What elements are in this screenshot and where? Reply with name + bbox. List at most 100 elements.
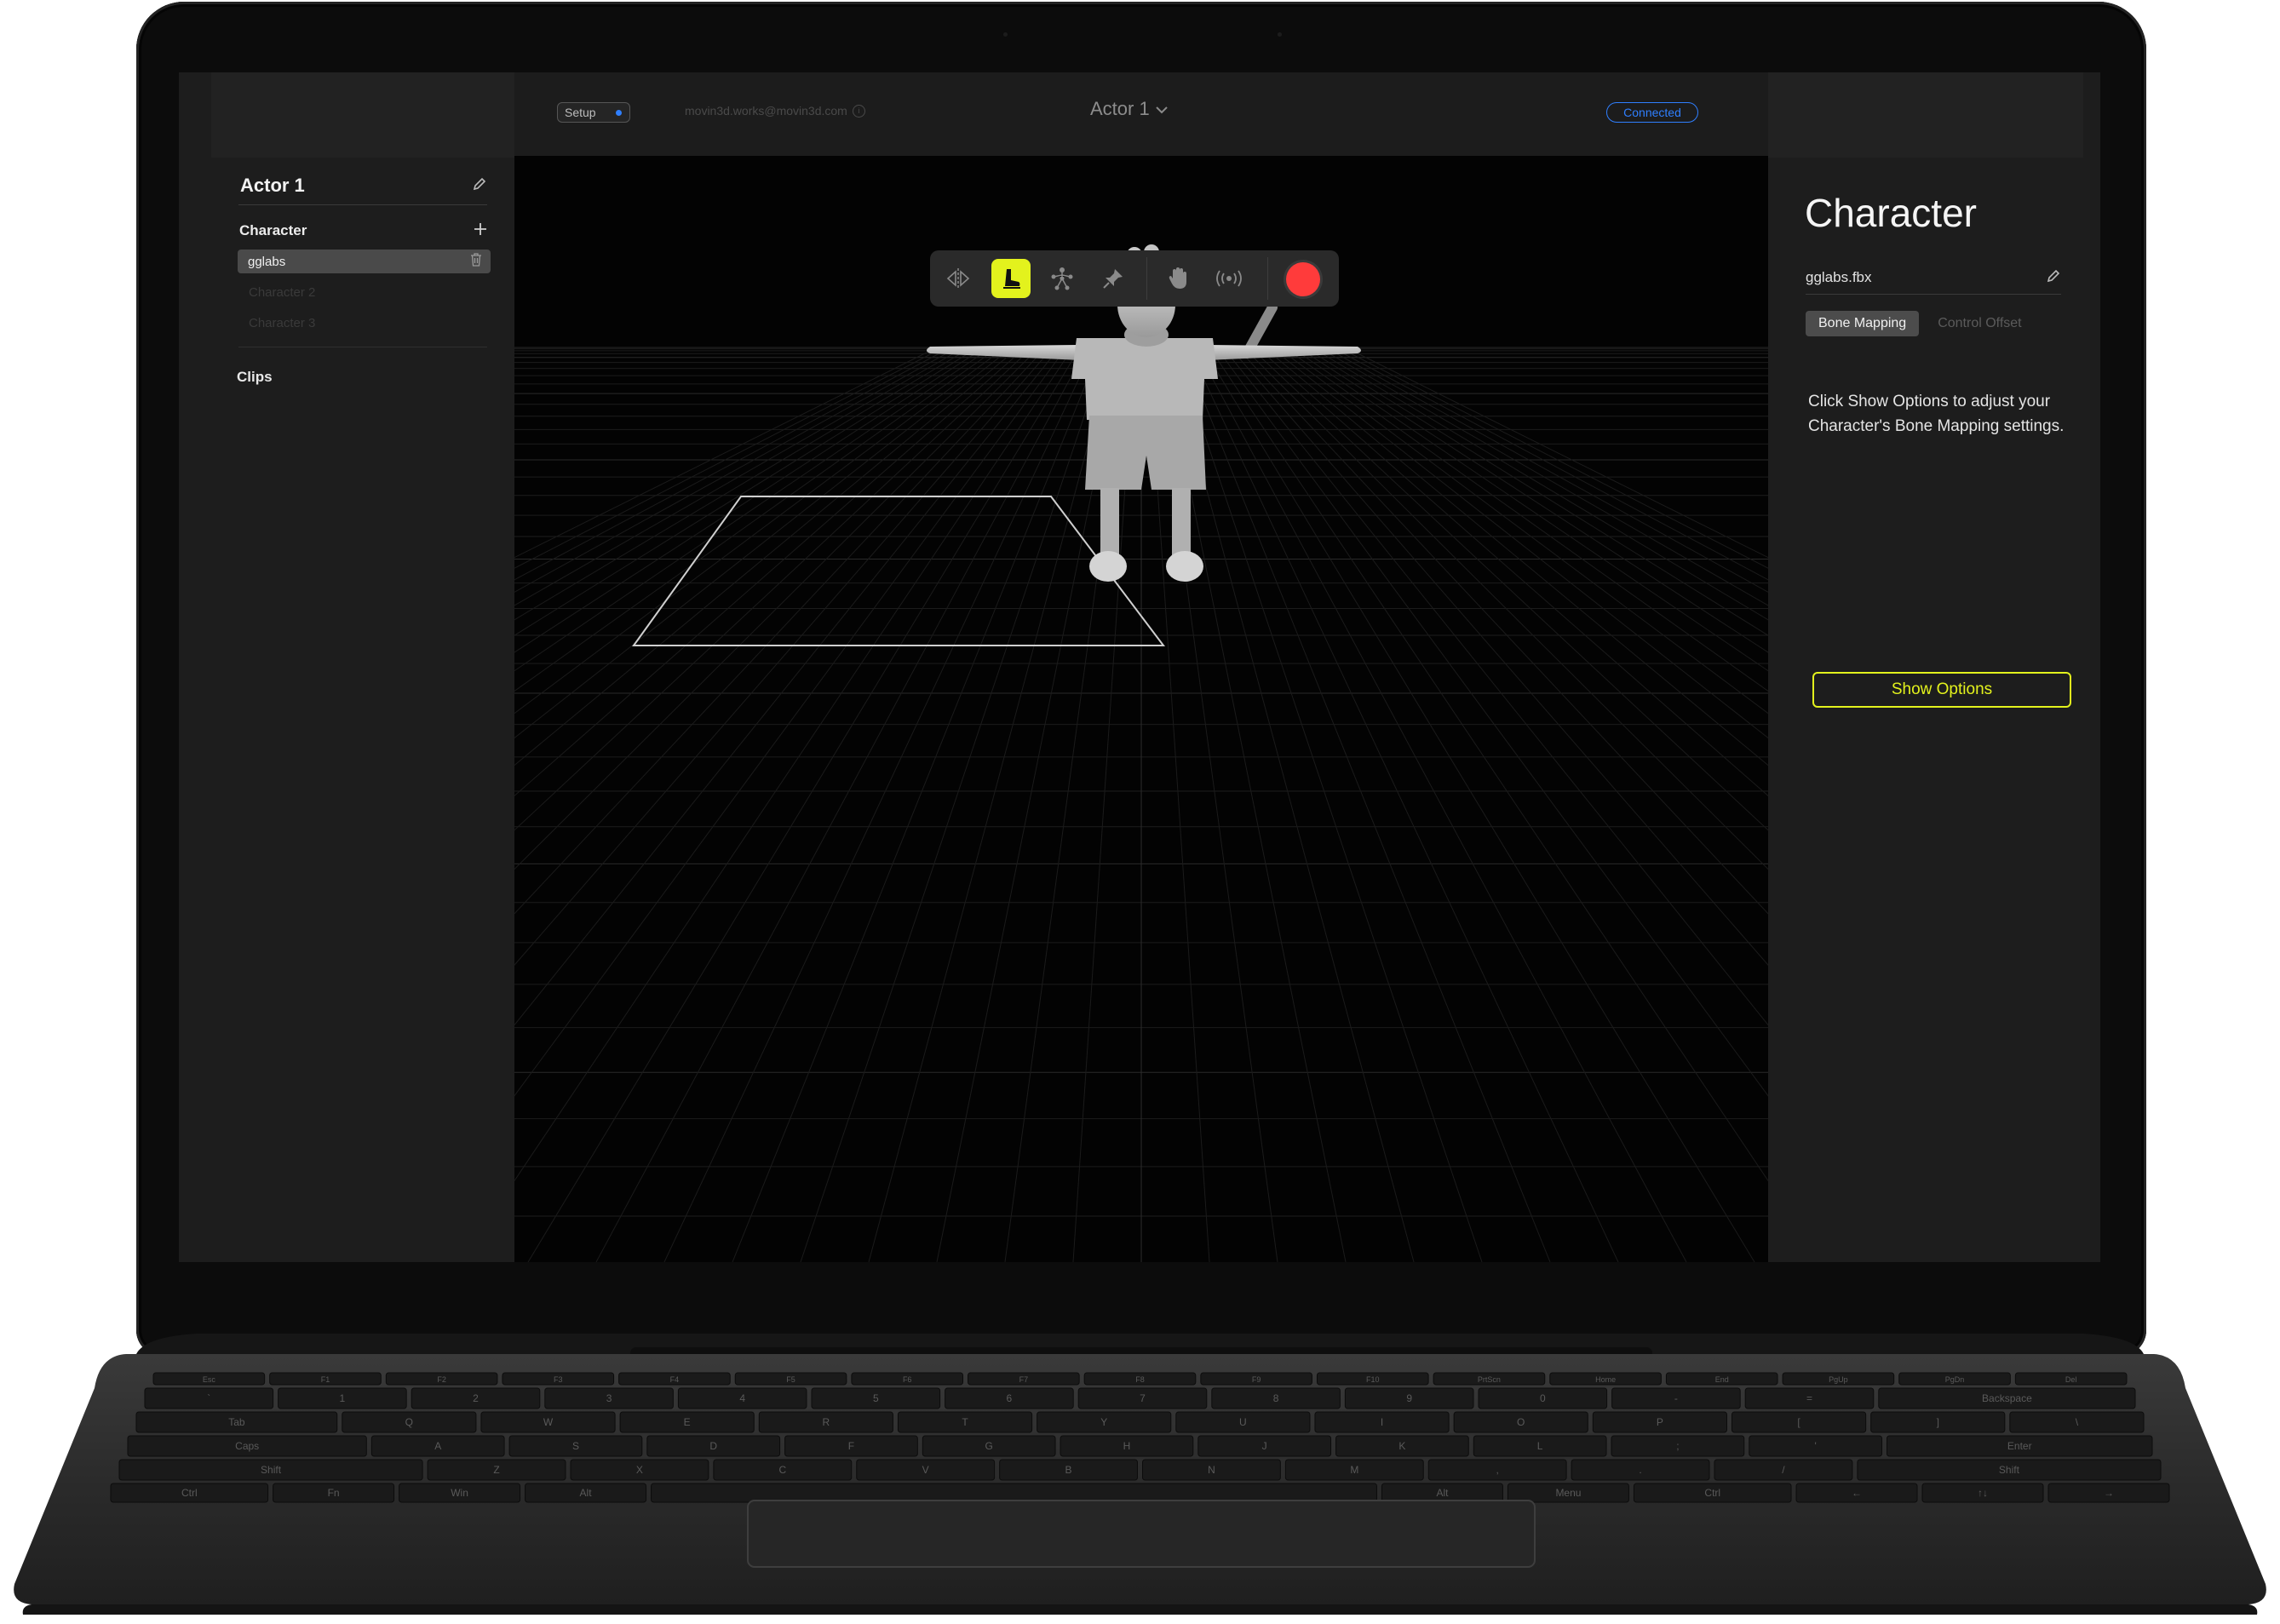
key-label: F — [848, 1440, 854, 1452]
key-label: Esc — [203, 1375, 216, 1384]
key-label: N — [1208, 1464, 1215, 1476]
key-label: 0 — [1540, 1392, 1546, 1404]
key-label: Backspace — [1982, 1392, 2032, 1404]
key-label: F3 — [554, 1375, 563, 1384]
right-panel-header-bg — [1768, 72, 2083, 158]
key-label: 1 — [340, 1392, 346, 1404]
add-character-icon[interactable] — [473, 221, 488, 241]
key-label: ' — [1814, 1440, 1816, 1452]
connection-status-badge[interactable]: Connected — [1606, 102, 1698, 123]
key-label: F2 — [437, 1375, 446, 1384]
3d-viewport[interactable] — [514, 156, 1768, 1262]
key-label: Win — [451, 1487, 468, 1499]
foot-icon — [1003, 269, 1020, 289]
panel-title: Character — [1805, 191, 1977, 235]
key-label: ← — [1852, 1487, 1862, 1499]
pin-button[interactable] — [1094, 259, 1133, 298]
setup-status-dot — [616, 110, 622, 116]
key-label: Z — [493, 1464, 499, 1476]
character-name: gglabs — [248, 254, 286, 269]
key-label: D — [709, 1440, 717, 1452]
key-label: T — [962, 1416, 968, 1428]
clips-heading[interactable]: Clips — [237, 369, 273, 386]
chevron-down-icon — [1155, 98, 1169, 120]
key-label: S — [572, 1440, 579, 1452]
toolbar-separator — [1267, 257, 1268, 300]
tab-bone-mapping[interactable]: Bone Mapping — [1806, 311, 1920, 336]
key-label: 2 — [473, 1392, 479, 1404]
record-icon[interactable] — [1286, 262, 1320, 296]
edit-pencil-icon[interactable] — [472, 175, 487, 197]
key-label: Q — [405, 1416, 413, 1428]
setup-label: Setup — [565, 106, 596, 119]
key-label: 4 — [739, 1392, 745, 1404]
skeleton-icon — [1051, 267, 1073, 290]
actor-title: Actor 1 — [240, 175, 305, 196]
app-screen: Actor 1 Character gglabs Character 2 Cha… — [179, 72, 2100, 1262]
divider — [238, 204, 487, 205]
key-label: L — [1537, 1440, 1543, 1452]
key-label: X — [636, 1464, 643, 1476]
key-label: B — [1065, 1464, 1072, 1476]
key-label: 5 — [873, 1392, 879, 1404]
file-name-row: gglabs.fbx — [1806, 265, 2061, 290]
key-label: ; — [1676, 1440, 1679, 1452]
key-label: ] — [1937, 1416, 1939, 1428]
character-list-item[interactable]: Character 3 — [249, 316, 315, 330]
touchpad[interactable] — [747, 1500, 1536, 1568]
file-name: gglabs.fbx — [1806, 269, 1872, 285]
key-label: PgDn — [1945, 1375, 1965, 1384]
key-label: Ctrl — [181, 1487, 198, 1499]
skeleton-button[interactable] — [1042, 259, 1082, 298]
key-label: Enter — [2007, 1440, 2032, 1452]
right-panel: Character gglabs.fbx Bone Mapping Contro… — [1768, 72, 2100, 1262]
key-label: J — [1262, 1440, 1267, 1452]
hand-button[interactable] — [1158, 259, 1197, 298]
account-email-text: movin3d.works@movin3d.com — [685, 104, 847, 118]
key-label: P — [1657, 1416, 1663, 1428]
broadcast-icon — [1216, 270, 1242, 287]
key-label: K — [1398, 1440, 1405, 1452]
mirror-button[interactable] — [939, 259, 978, 298]
key-label: M — [1350, 1464, 1358, 1476]
key[interactable] — [651, 1483, 1377, 1503]
actor-selector-label: Actor 1 — [1090, 98, 1150, 119]
key-label: Menu — [1555, 1487, 1581, 1499]
key-label: F9 — [1252, 1375, 1261, 1384]
key-label: 3 — [606, 1392, 612, 1404]
key-label: F8 — [1135, 1375, 1145, 1384]
key-label: F10 — [1366, 1375, 1380, 1384]
key-label: 8 — [1273, 1392, 1279, 1404]
account-email[interactable]: movin3d.works@movin3d.com i — [685, 104, 865, 118]
hand-icon — [1169, 267, 1186, 289]
key-label: = — [1806, 1392, 1812, 1404]
character-heading: Character — [239, 222, 307, 238]
key-label: U — [1239, 1416, 1247, 1428]
info-icon[interactable]: i — [852, 104, 865, 118]
key-label: O — [1517, 1416, 1525, 1428]
key-label: - — [1674, 1392, 1678, 1404]
character-model — [927, 244, 1361, 582]
key-label: . — [1639, 1464, 1641, 1476]
tab-control-offset[interactable]: Control Offset — [1927, 311, 2031, 336]
setup-button[interactable]: Setup — [557, 102, 630, 123]
key-label: Fn — [328, 1487, 340, 1499]
character-list-item[interactable]: Character 2 — [249, 285, 315, 300]
key-label: F6 — [903, 1375, 912, 1384]
key-label: I — [1381, 1416, 1383, 1428]
foot-button[interactable] — [991, 259, 1031, 298]
actor-selector-dropdown[interactable]: Actor 1 — [1090, 98, 1169, 120]
sensor-dot — [1003, 32, 1008, 37]
broadcast-button[interactable] — [1209, 259, 1249, 298]
edit-pencil-icon[interactable] — [2046, 268, 2061, 288]
key-label: E — [684, 1416, 691, 1428]
key-label: R — [823, 1416, 830, 1428]
key-label: 7 — [1140, 1392, 1146, 1404]
key-label: PgUp — [1829, 1375, 1848, 1384]
character-list-item-selected[interactable]: gglabs — [238, 250, 491, 273]
left-panel: Actor 1 Character gglabs Character 2 Cha… — [179, 72, 514, 1262]
key-label: F5 — [786, 1375, 795, 1384]
trash-icon[interactable] — [470, 253, 482, 270]
key-label: → — [2104, 1487, 2114, 1499]
show-options-button[interactable]: Show Options — [1812, 672, 2071, 708]
